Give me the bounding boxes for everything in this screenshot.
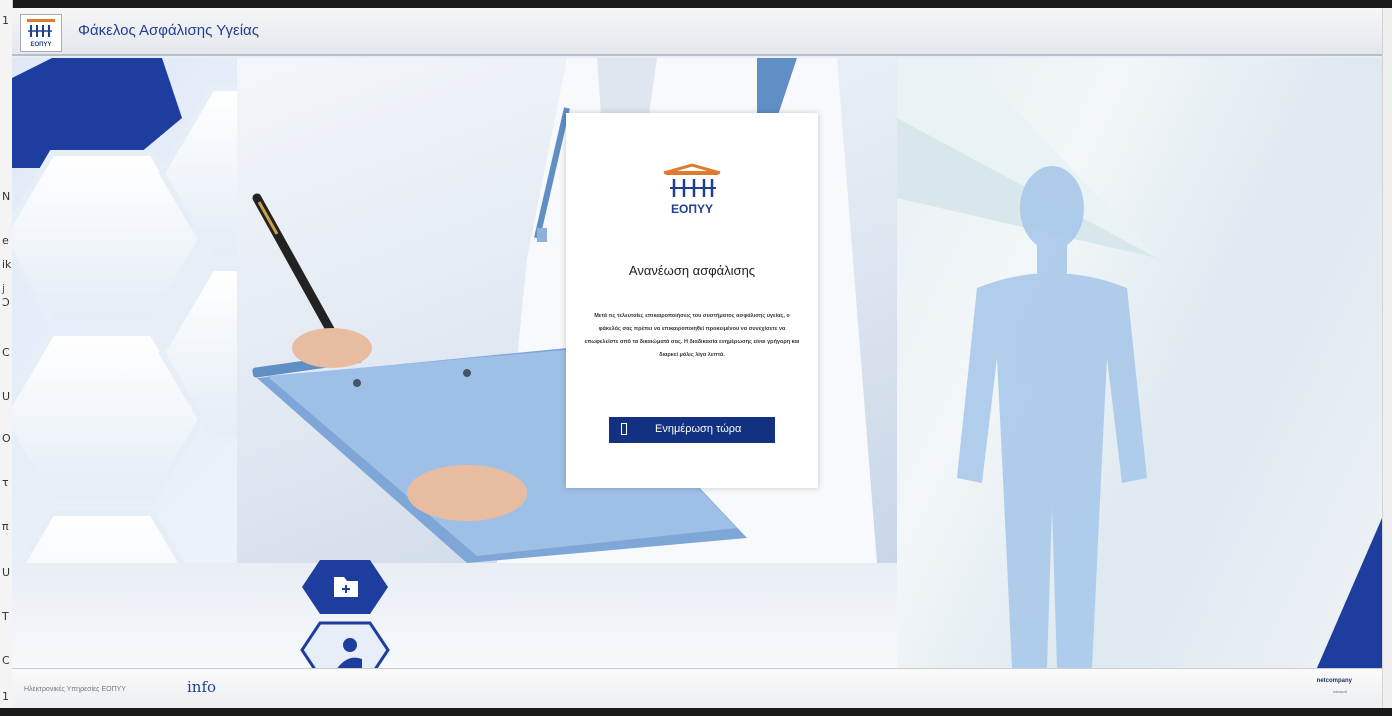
strip-char: Ͻ — [2, 296, 10, 309]
body-silhouette-panel — [897, 58, 1382, 668]
screen-bottom-edge — [0, 708, 1392, 716]
strip-char: 1 — [2, 690, 9, 703]
footer-org-link[interactable]: Ηλεκτρονικές Υπηρεσίες ΕΟΠΥΥ — [24, 686, 126, 693]
renewal-card: ΕΟΠΥΥ Ανανέωση ασφάλισης Μετά τις τελευτ… — [566, 113, 818, 488]
logo-text: ΕΟΠΥΥ — [30, 42, 51, 48]
eopyy-logo[interactable]: ΕΟΠΥΥ — [20, 14, 62, 52]
strip-char: O — [2, 432, 11, 445]
footer-info-link[interactable]: info — [187, 678, 216, 696]
strip-char: 1 — [2, 14, 9, 27]
strip-char: C — [2, 654, 10, 667]
strip-char: π — [2, 520, 9, 533]
strip-char: τ — [2, 476, 9, 489]
folder-plus-icon[interactable] — [302, 560, 388, 614]
strip-char: ik — [2, 258, 12, 271]
strip-char: e — [2, 234, 9, 247]
update-now-label: Ενημέρωση τώρα — [655, 423, 742, 435]
eopyy-card-logo: ΕΟΠΥΥ — [662, 163, 722, 219]
update-now-button[interactable]: Ενημέρωση τώρα — [609, 417, 775, 443]
vendor-logo: netcompany — [1316, 678, 1352, 684]
app-header: ΕΟΠΥΥ Φάκελος Ασφάλισης Υγείας — [12, 8, 1382, 56]
app-title: Φάκελος Ασφάλισης Υγείας — [78, 22, 259, 39]
vertical-scrollbar[interactable] — [1382, 8, 1392, 708]
bottom-band — [12, 563, 897, 668]
screen-top-edge — [0, 0, 1392, 8]
vendor-sub-logo: intrasoft — [1332, 689, 1347, 694]
page-footer: Ηλεκτρονικές Υπηρεσίες ΕΟΠΥΥ info netcom… — [12, 668, 1382, 708]
card-description: Μετά τις τελευταίες επικαιροποιήσεις του… — [584, 313, 800, 358]
browser-window: ΕΟΠΥΥ Φάκελος Ασφάλισης Υγείας ΕΟΠΥΥ Ανα… — [12, 8, 1382, 708]
doctor-icon[interactable] — [300, 621, 390, 668]
strip-char: C — [2, 346, 10, 359]
strip-char: U — [2, 390, 11, 403]
strip-char: N — [2, 190, 11, 203]
strip-char: U — [2, 566, 11, 579]
strip-char: T — [2, 610, 9, 623]
background-scene: ΕΟΠΥΥ Ανανέωση ασφάλισης Μετά τις τελευτ… — [12, 58, 1382, 668]
hex-nav — [300, 560, 390, 668]
card-title: Ανανέωση ασφάλισης — [628, 263, 756, 278]
strip-char: j — [2, 282, 6, 295]
document-icon — [621, 423, 627, 435]
card-logo-text: ΕΟΠΥΥ — [671, 202, 713, 216]
